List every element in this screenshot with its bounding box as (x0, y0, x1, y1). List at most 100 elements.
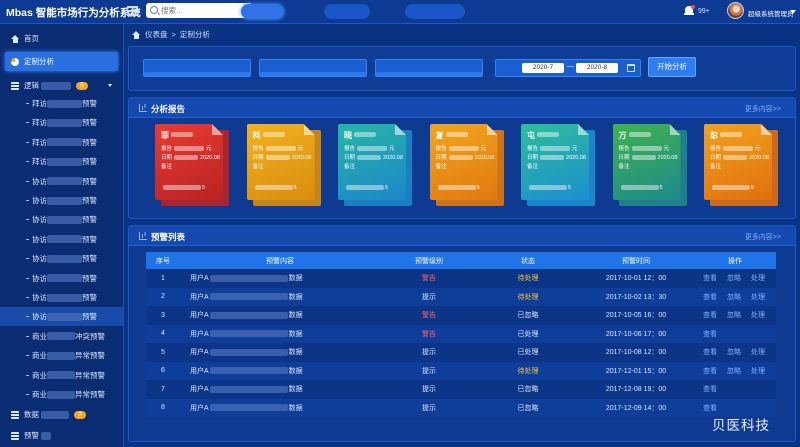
sidebar-subitem[interactable]: 协访 预警 (0, 288, 123, 307)
sidebar-subitem-suffix: 异常预警 (75, 351, 105, 361)
ignore-link[interactable]: 忽略 (727, 349, 741, 356)
sidebar-subitem[interactable]: 拜访 预警 (0, 113, 123, 132)
filter-select-1[interactable] (143, 59, 251, 77)
alert-status: 已忽略 (517, 404, 539, 412)
redacted-text (47, 196, 82, 205)
bullet-icon (26, 355, 29, 357)
filter-select-3[interactable] (375, 59, 483, 77)
chevron-down-icon[interactable] (790, 10, 796, 14)
ignore-link[interactable]: 忽略 (727, 312, 741, 319)
date-start-input[interactable]: 2020-7 (522, 63, 564, 73)
sidebar-subitem-prefix: 商业 (32, 351, 47, 361)
view-link[interactable]: 查看 (703, 312, 717, 319)
handle-link[interactable]: 处理 (751, 275, 765, 282)
sidebar-group-alert[interactable]: 预警 (0, 426, 123, 445)
alert-more-link[interactable]: 更多内容>> (745, 232, 781, 242)
sidebar-subitem[interactable]: 商业 异常预警 (0, 366, 123, 385)
pie-chart-icon (11, 57, 19, 66)
home-icon[interactable] (132, 30, 140, 39)
sidebar-subitem[interactable]: 协访 预警 (0, 307, 123, 327)
card-label: 备注 (527, 164, 539, 170)
start-analysis-button[interactable]: 开始分析 (648, 57, 696, 77)
table-row[interactable]: 4 用户A 数据 警告 已处理 2017-10-06 17：00 查看 (146, 324, 776, 343)
bell-icon[interactable] (684, 5, 695, 16)
view-link[interactable]: 查看 (703, 405, 717, 412)
alert-content: 用户A 数据 (180, 399, 380, 418)
ignore-link[interactable]: 忽略 (727, 275, 741, 282)
sidebar-subitem[interactable]: 协访 预警 (0, 172, 123, 191)
report-card[interactable]: 复报告 元日期 2020.08 备注 5 (429, 124, 504, 206)
date-range-picker[interactable]: 2020-7 — 2020-8 (495, 59, 641, 77)
handle-link[interactable]: 处理 (751, 368, 765, 375)
username[interactable]: 超级系统管理员 (748, 8, 794, 18)
card-front: 彭报告 元日期 2020.08 备注 5 (704, 124, 772, 200)
redacted-text (47, 157, 82, 166)
sidebar-subitem[interactable]: 协访 预警 (0, 269, 123, 288)
table-header: 序号 预警内容 预警级别 状态 预警时间 操作 (146, 252, 776, 269)
report-card[interactable]: 彭报告 元日期 2020.08 备注 5 (704, 124, 778, 206)
table-row[interactable]: 3 用户A 数据 警告 已忽略 2017-10-05 16：00 查看 忽略 处理 (146, 306, 776, 325)
alert-status: 待处理 (517, 293, 539, 301)
table-row[interactable]: 7 用户A 数据 提示 已忽略 2017-12-08 19：00 查看 (146, 380, 776, 399)
ignore-link[interactable]: 忽略 (727, 368, 741, 375)
card-front: 菲报告 元日期 2020.08 备注 5 (155, 124, 223, 200)
card-line-date: 日期 2020.08 (161, 153, 220, 161)
view-link[interactable]: 查看 (703, 349, 717, 356)
sidebar-subitem[interactable]: 协访 预警 (0, 191, 123, 210)
handle-link[interactable]: 处理 (751, 312, 765, 319)
card-line-note: 备注 (253, 162, 264, 170)
sidebar-subitem[interactable]: 拜访 预警 (0, 152, 123, 171)
calendar-icon[interactable] (627, 64, 635, 72)
sidebar-subitem-prefix: 协访 (32, 254, 47, 264)
search-input[interactable] (161, 4, 249, 17)
sidebar-subitem[interactable]: 协访 预警 (0, 210, 123, 229)
sidebar-subitem[interactable]: 拜访 预警 (0, 94, 123, 113)
view-link[interactable]: 查看 (703, 294, 717, 301)
date-end-input[interactable]: 2020-8 (576, 63, 618, 73)
report-panel: 分析报告 更多内容>> 菲报告 元日期 2020.08 备注 5 科报告 元日期 2020.0… (128, 97, 796, 219)
table-row[interactable]: 1 用户A 数据 警告 待处理 2017-10-01 12：00 查看 忽略 处理 (146, 269, 776, 288)
card-line-note: 备注 (344, 162, 355, 170)
redacted-text (437, 185, 476, 191)
view-link[interactable]: 查看 (703, 275, 717, 282)
view-link[interactable]: 查看 (703, 386, 717, 393)
view-link[interactable]: 查看 (703, 331, 717, 338)
handle-link[interactable]: 处理 (751, 349, 765, 356)
card-front: 屯报告 元日期 2020.08 备注 5 (521, 124, 589, 200)
menu-toggle-icon[interactable] (127, 6, 138, 16)
redacted-text (47, 312, 82, 321)
sidebar-subitem[interactable]: 拜访 预警 (0, 133, 123, 152)
sidebar-subitem[interactable]: 商业 异常预警 (0, 346, 123, 365)
filter-select-2[interactable] (259, 59, 367, 77)
redacted-text (631, 155, 656, 161)
report-card[interactable]: 科报告 元日期 2020.08 备注 5 (246, 124, 321, 206)
sidebar-subitem[interactable]: 协访 预警 (0, 249, 123, 268)
top-tab-1[interactable] (241, 4, 284, 19)
breadcrumb-root[interactable]: 仪表盘 (145, 29, 168, 40)
handle-link[interactable]: 处理 (751, 294, 765, 301)
search-box[interactable] (146, 3, 252, 18)
report-card[interactable]: 万报告 元日期 2020.08 备注 5 (612, 124, 687, 206)
card-footer-text: 5 (751, 185, 755, 191)
ignore-link[interactable]: 忽略 (727, 294, 741, 301)
avatar[interactable] (727, 2, 744, 19)
report-card[interactable]: 屯报告 元日期 2020.08 备注 5 (521, 124, 595, 206)
sidebar-group-data[interactable]: 数据 2 (0, 405, 123, 424)
view-link[interactable]: 查看 (703, 368, 717, 375)
sidebar-group-logic[interactable]: 逻辑 5 (0, 76, 123, 95)
report-card[interactable]: 菲报告 元日期 2020.08 备注 5 (155, 124, 229, 206)
table-row[interactable]: 6 用户A 数据 提示 待处理 2017-12-01 15：00 查看 忽略 处理 (146, 361, 776, 380)
table-row[interactable]: 8 用户A 数据 提示 已忽略 2017-12-09 14：00 查看 (146, 398, 776, 418)
top-tab-3[interactable] (405, 4, 465, 19)
sidebar-item-home[interactable]: 首页 (0, 29, 123, 48)
report-card[interactable]: 晓报告 元日期 2020.08 备注 5 (338, 124, 412, 206)
sidebar-subitem[interactable]: 商业 异常预警 (0, 385, 123, 404)
sidebar-subitem[interactable]: 商业 冲突预警 (0, 327, 123, 346)
table-row[interactable]: 5 用户A 数据 提示 已处理 2017-10-08 12：00 查看 忽略 处理 (146, 343, 776, 362)
top-tab-2[interactable] (324, 4, 370, 19)
report-more-link[interactable]: 更多内容>> (745, 104, 781, 114)
sidebar-item-custom-analysis[interactable]: 定制分析 (5, 52, 118, 71)
table-row[interactable]: 2 用户A 数据 提示 待处理 2017-10-02 13：30 查看 忽略 处理 (146, 287, 776, 306)
sidebar-subitem[interactable]: 协访 预警 (0, 230, 123, 249)
content-prefix: 用户A (190, 386, 209, 394)
